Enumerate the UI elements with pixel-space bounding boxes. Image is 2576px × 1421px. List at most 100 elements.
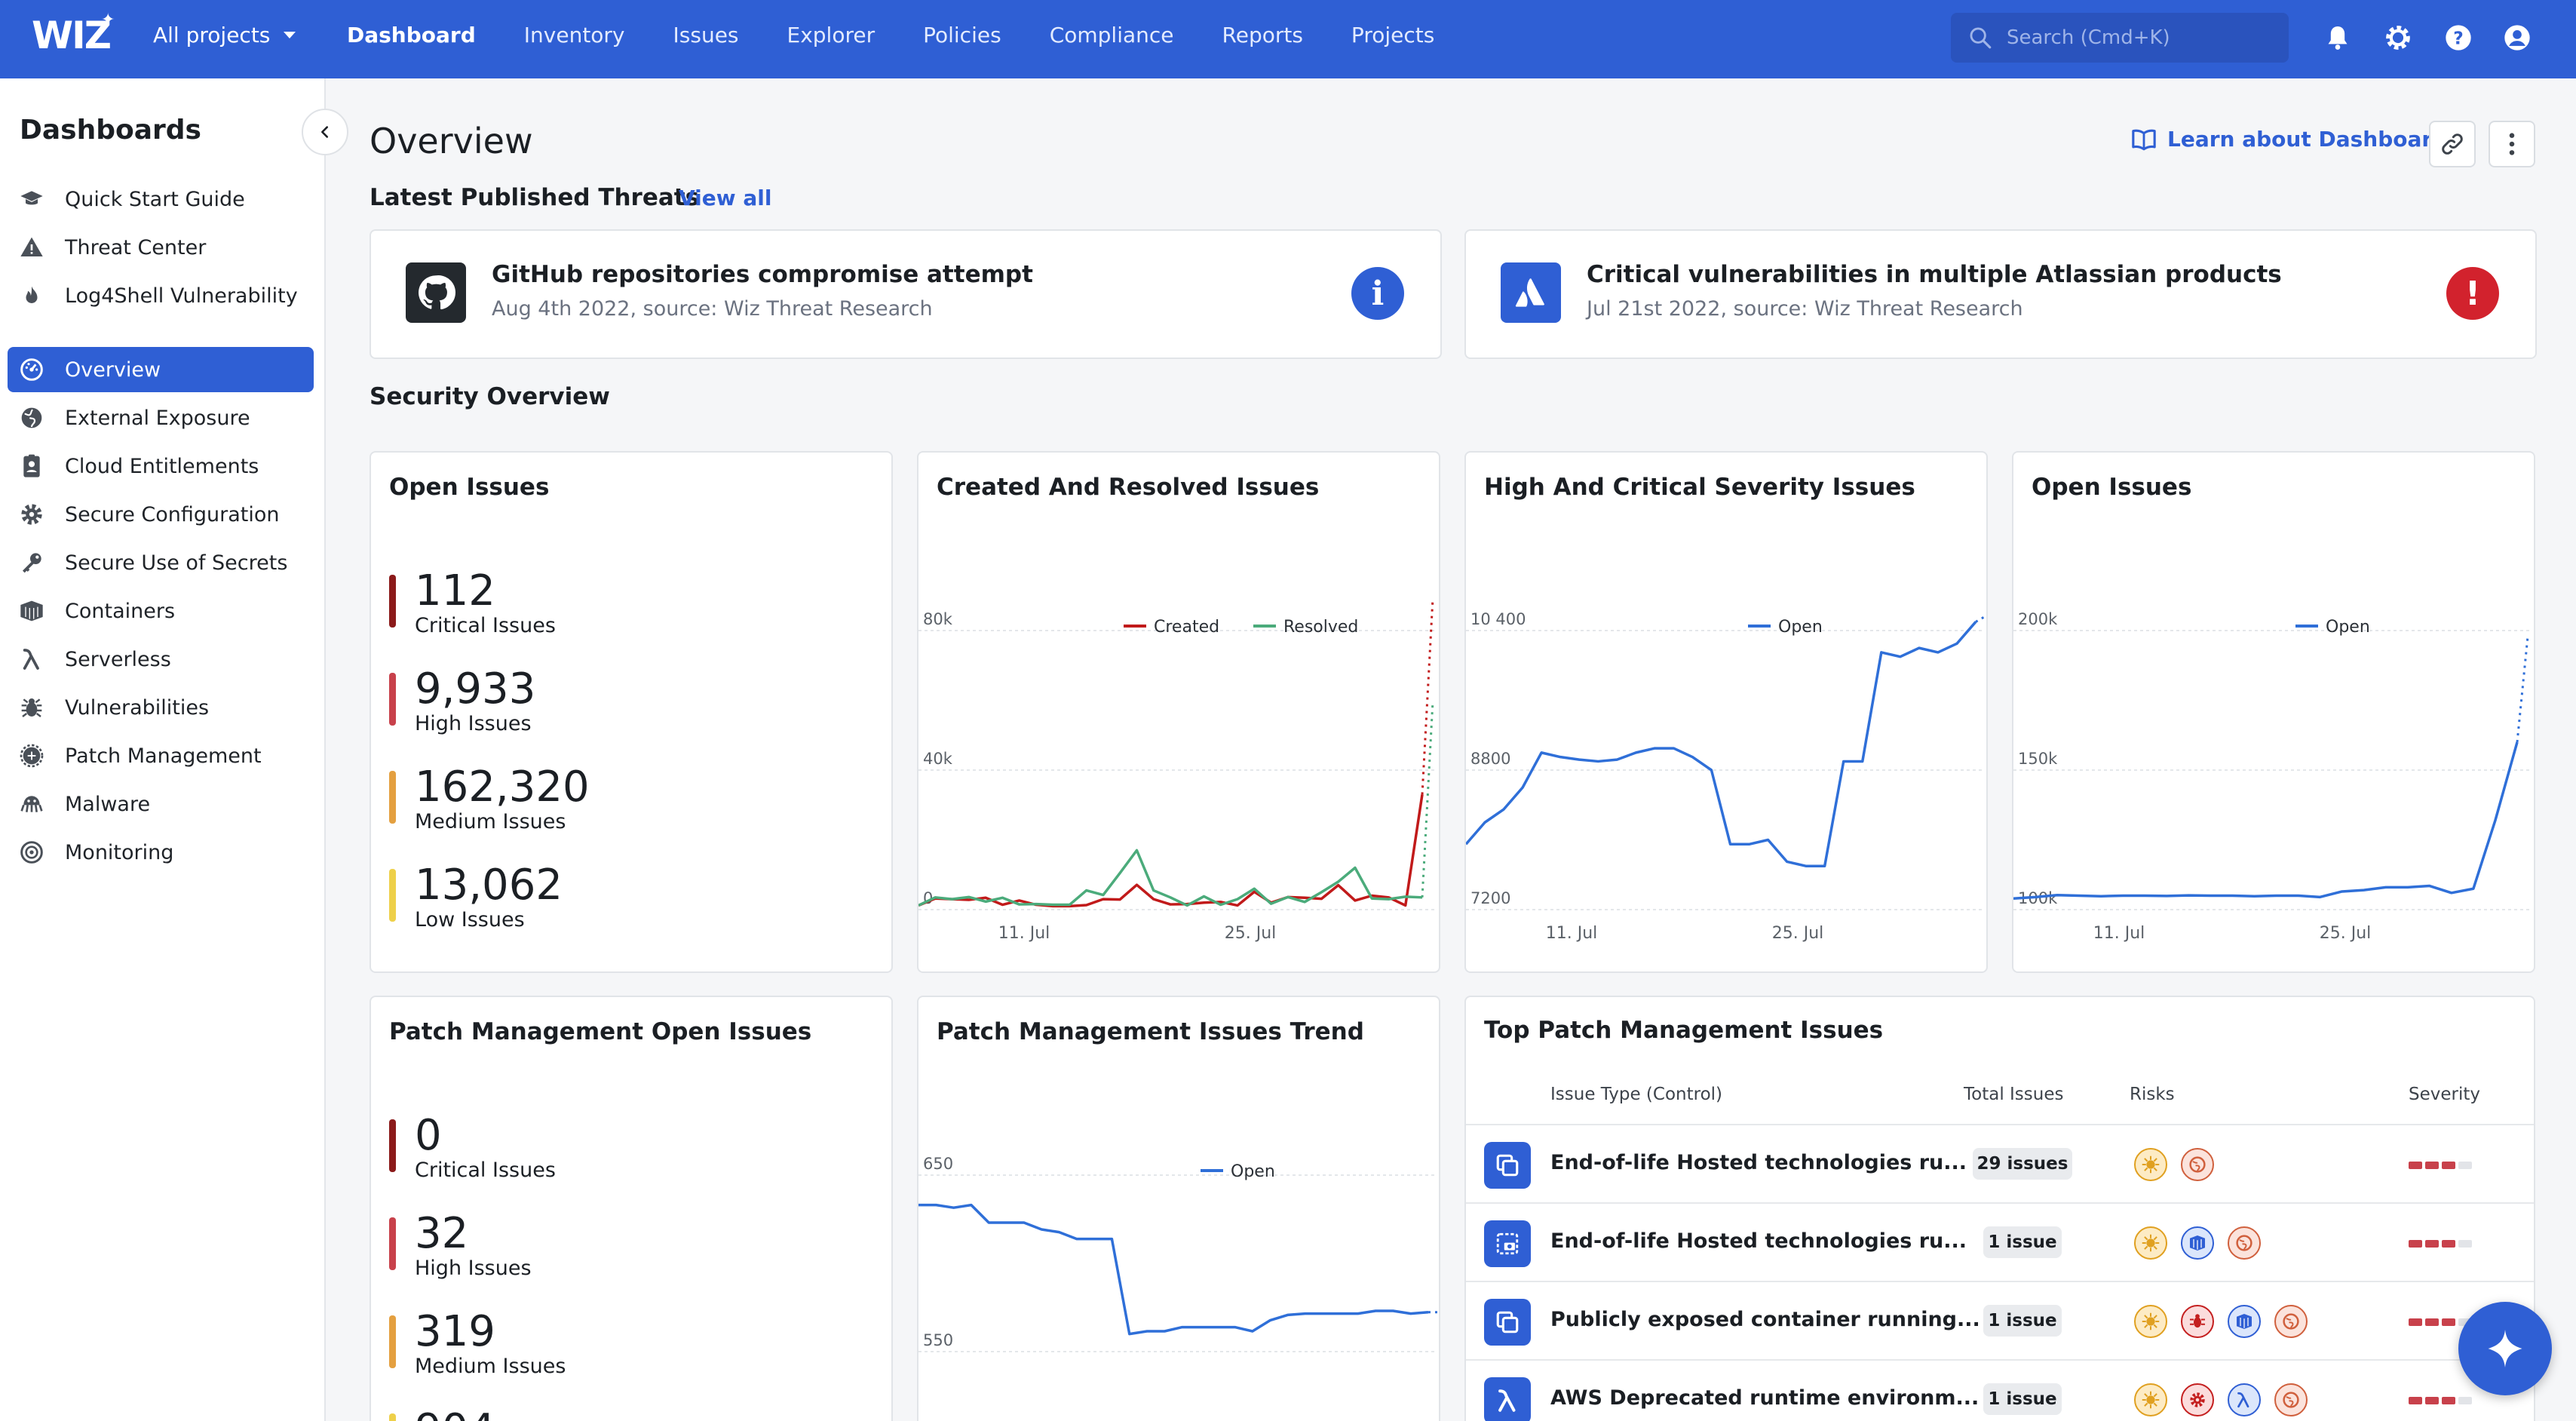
legend-label[interactable]: Resolved: [1283, 618, 1358, 637]
config-risk-icon[interactable]: [2181, 1383, 2214, 1416]
series-line[interactable]: [918, 794, 1424, 908]
sidebar-item-secure-use-of-secrets[interactable]: Secure Use of Secrets: [8, 540, 314, 585]
sidebar-item-external-exposure[interactable]: External Exposure: [8, 395, 314, 440]
menu-compliance[interactable]: Compliance: [1050, 23, 1174, 48]
stat-label: Medium Issues: [415, 810, 566, 833]
exposure-risk-icon[interactable]: [2274, 1305, 2308, 1338]
copy-link-button[interactable]: [2429, 121, 2476, 167]
help-icon[interactable]: ?: [2443, 23, 2473, 53]
column-header-risks[interactable]: Risks: [2130, 1085, 2175, 1104]
created-resolved-chart-card: Created And Resolved Issues 0 40k 80k Creat…: [917, 451, 1440, 973]
menu-explorer[interactable]: Explorer: [787, 23, 876, 48]
vulnerability-risk-icon[interactable]: [2134, 1226, 2167, 1260]
exposure-risk-icon[interactable]: [2228, 1226, 2261, 1260]
search-input[interactable]: [2007, 26, 2278, 49]
sidebar-item-monitoring[interactable]: Monitoring: [8, 830, 314, 875]
sidebar-item-secure-configuration[interactable]: Secure Configuration: [8, 492, 314, 537]
severity-bar: [389, 673, 396, 726]
critical-alert-badge-icon: !: [2446, 267, 2499, 320]
container-risk-icon[interactable]: [2181, 1226, 2214, 1260]
latest-threats-heading: Latest Published Threats: [370, 184, 700, 211]
severity-indicator: [2409, 1397, 2472, 1404]
series-line[interactable]: [918, 1203, 1429, 1336]
issue-count-badge[interactable]: 29 issues: [1973, 1148, 2072, 1180]
more-vertical-icon: [2509, 133, 2515, 155]
severity-indicator: [2409, 1318, 2472, 1326]
vulnerability-risk-icon[interactable]: [2134, 1383, 2167, 1416]
vulnerability-risk-icon[interactable]: [2134, 1148, 2167, 1181]
sidebar-item-label: External Exposure: [65, 406, 250, 430]
table-row[interactable]: End-of-life Hosted technologies ru... 1 i…: [1466, 1202, 2534, 1281]
series-line[interactable]: [918, 849, 1423, 907]
menu-reports[interactable]: Reports: [1222, 23, 1303, 48]
main-menu: Dashboard Inventory Issues Explorer Poli…: [347, 23, 1483, 48]
project-selector[interactable]: All projects: [153, 23, 296, 48]
stat-value: 9,933: [415, 664, 536, 714]
sidebar-item-vulnerabilities[interactable]: Vulnerabilities: [8, 685, 314, 730]
exposure-risk-icon[interactable]: [2181, 1148, 2214, 1181]
y-tick-label: 7200: [1470, 889, 1510, 907]
sidebar-item-malware[interactable]: Malware: [8, 781, 314, 827]
vulnerability-risk-icon[interactable]: [2134, 1305, 2167, 1338]
sidebar-item-threat-center[interactable]: Threat Center: [8, 225, 314, 270]
y-tick-label: 80k: [923, 610, 953, 628]
wiz-logo[interactable]: WIZ ✦: [32, 11, 115, 63]
stat-value: 319: [415, 1307, 495, 1356]
card-title: High And Critical Severity Issues: [1484, 474, 1915, 501]
legend-label[interactable]: Open: [1778, 618, 1823, 637]
ai-assistant-button[interactable]: [2458, 1302, 2552, 1395]
legend-label[interactable]: Open: [1231, 1162, 1275, 1181]
column-header-issue-type[interactable]: Issue Type (Control): [1550, 1085, 1722, 1104]
menu-dashboard[interactable]: Dashboard: [347, 23, 476, 48]
card-title: Patch Management Open Issues: [389, 1018, 812, 1045]
gear-icon[interactable]: [2383, 23, 2413, 53]
table-row[interactable]: AWS Deprecated runtime environm... 1 issu…: [1466, 1359, 2534, 1421]
menu-issues[interactable]: Issues: [673, 23, 739, 48]
table-row[interactable]: Publicly exposed container running... 1 i…: [1466, 1281, 2534, 1359]
menu-projects[interactable]: Projects: [1351, 23, 1434, 48]
screenshot-icon: [1484, 1220, 1531, 1267]
key-icon: [18, 549, 45, 576]
bug-icon: [18, 694, 45, 721]
menu-inventory[interactable]: Inventory: [524, 23, 625, 48]
sidebar-item-quick-start-guide[interactable]: Quick Start Guide: [8, 176, 314, 222]
sidebar-item-containers[interactable]: Containers: [8, 588, 314, 634]
more-options-button[interactable]: [2489, 121, 2535, 167]
sidebar-item-log4shell[interactable]: Log4Shell Vulnerability: [8, 273, 314, 318]
sidebar-item-overview[interactable]: Overview: [8, 347, 314, 392]
stat-value: 32: [415, 1209, 469, 1258]
x-tick-label: 11. Jul: [1546, 924, 1598, 943]
view-all-link[interactable]: View all: [679, 186, 771, 210]
series-line[interactable]: [2013, 741, 2519, 900]
sidebar-item-label: Secure Use of Secrets: [65, 551, 288, 575]
learn-about-dashboards-link[interactable]: Learn about Dashboards: [2131, 127, 2460, 152]
legend-label[interactable]: Created: [1154, 618, 1219, 637]
search-box[interactable]: [1951, 13, 2289, 63]
issue-count-badge[interactable]: 1 issue: [1983, 1305, 2062, 1337]
threat-card[interactable]: Critical vulnerabilities in multiple Atl…: [1464, 229, 2537, 359]
threat-card[interactable]: GitHub repositories compromise attempt A…: [370, 229, 1442, 359]
container-risk-icon[interactable]: [2228, 1305, 2261, 1338]
legend-label[interactable]: Open: [2326, 618, 2370, 637]
sidebar-item-cloud-entitlements[interactable]: Cloud Entitlements: [8, 443, 314, 489]
threat-title: Critical vulnerabilities in multiple Atl…: [1587, 261, 2282, 288]
caret-down-icon: [284, 32, 296, 38]
menu-policies[interactable]: Policies: [923, 23, 1001, 48]
column-header-total-issues[interactable]: Total Issues: [1964, 1085, 2064, 1104]
card-title: Created And Resolved Issues: [937, 474, 1320, 501]
sidebar-item-patch-management[interactable]: Patch Management: [8, 733, 314, 778]
lambda-risk-icon[interactable]: [2228, 1383, 2261, 1416]
severity-bar: [389, 869, 396, 922]
bell-icon[interactable]: [2323, 23, 2353, 53]
table-row[interactable]: End-of-life Hosted technologies ru... 29 …: [1466, 1124, 2534, 1202]
issue-count-badge[interactable]: 1 issue: [1983, 1383, 2062, 1415]
column-header-severity[interactable]: Severity: [2409, 1085, 2480, 1104]
severity-indicator: [2409, 1240, 2472, 1248]
sidebar-item-serverless[interactable]: Serverless: [8, 637, 314, 682]
issue-count-badge[interactable]: 1 issue: [1983, 1226, 2062, 1258]
user-icon[interactable]: [2502, 23, 2532, 53]
series-line[interactable]: [1466, 621, 1977, 867]
x-tick-label: 25. Jul: [1225, 924, 1277, 943]
malware-risk-icon[interactable]: [2181, 1305, 2214, 1338]
exposure-risk-icon[interactable]: [2274, 1383, 2308, 1416]
